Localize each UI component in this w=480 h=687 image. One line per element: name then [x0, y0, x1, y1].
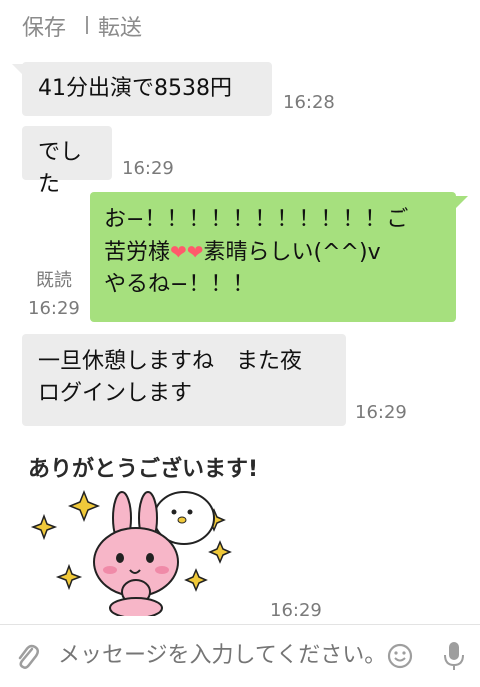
- message-line: 苦労様❤❤素晴らしい(^^)v: [104, 236, 442, 269]
- message-time: 16:29: [270, 600, 322, 621]
- message-bubble-outgoing[interactable]: お−！！！！！！！！！！！ご 苦労様❤❤素晴らしい(^^)v やるね−！！！: [90, 192, 456, 322]
- message-bubble-incoming[interactable]: でした: [22, 126, 112, 197]
- message-text: 苦労様: [104, 240, 171, 265]
- forward-button[interactable]: 転送: [98, 10, 142, 42]
- save-button[interactable]: 保存: [22, 10, 66, 42]
- message-line: お−！！！！！！！！！！！ご: [104, 207, 409, 232]
- sticker-image: ありがとうございます!: [28, 456, 258, 619]
- heart-icon: ❤❤: [170, 240, 204, 264]
- top-divider: [86, 16, 88, 34]
- sticker-message[interactable]: ありがとうございます!: [24, 446, 264, 619]
- message-text: でした: [38, 140, 83, 197]
- message-time: 16:28: [283, 92, 335, 113]
- message-line: ログインします: [38, 381, 193, 406]
- bubble-tail: [456, 196, 468, 208]
- message-time: 16:29: [355, 402, 407, 423]
- message-line: 一旦休憩しますね また夜: [38, 349, 303, 374]
- message-time: 16:29: [28, 298, 80, 319]
- message-time: 16:29: [122, 158, 174, 179]
- paperclip-icon[interactable]: [14, 641, 40, 671]
- message-text: 素晴らしい(^^)v: [203, 240, 381, 265]
- message-text: 41分出演で8538円: [38, 76, 232, 101]
- smiley-icon[interactable]: [386, 642, 414, 670]
- message-line: やるね−！！！: [104, 272, 255, 297]
- message-input-bar: [0, 624, 480, 687]
- top-action-bar: 保存 転送: [0, 0, 480, 50]
- message-bubble-incoming[interactable]: 41分出演で8538円: [22, 62, 272, 116]
- microphone-icon[interactable]: [442, 639, 466, 673]
- message-input[interactable]: [56, 638, 380, 674]
- read-receipt: 既読: [36, 270, 72, 291]
- message-bubble-incoming[interactable]: 一旦休憩しますね また夜 ログインします: [22, 334, 346, 426]
- sticker-caption: ありがとうございます!: [28, 456, 258, 482]
